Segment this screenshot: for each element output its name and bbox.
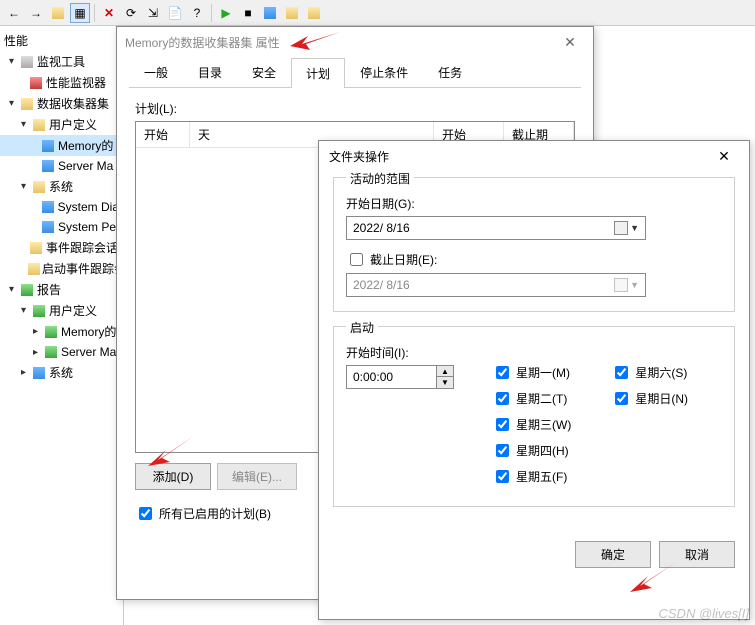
tree-perf-monitor[interactable]: 性能监视器 <box>0 72 123 93</box>
doc-icon[interactable]: 📄 <box>165 3 185 23</box>
tree-monitor-tools[interactable]: ▾监视工具 <box>0 51 123 72</box>
day-thu[interactable]: 星期四(H) <box>492 441 571 460</box>
tree-system-dia[interactable]: System Dia <box>0 197 123 217</box>
end-date-input: 2022/ 8/16 ▼ <box>346 273 646 297</box>
cancel-button[interactable]: 取消 <box>659 541 735 568</box>
tree-user-defined[interactable]: ▾用户定义 <box>0 114 123 135</box>
folder-dialog-titlebar[interactable]: 文件夹操作 ✕ <box>319 141 749 171</box>
tree-user-defined2[interactable]: ▾用户定义 <box>0 300 123 321</box>
col-start[interactable]: 开始 <box>136 122 190 147</box>
folder-dialog-title: 文件夹操作 <box>329 148 709 165</box>
tab-general[interactable]: 一般 <box>129 57 183 87</box>
all-enabled-checkbox[interactable] <box>139 507 152 520</box>
tab-task[interactable]: 任务 <box>423 57 477 87</box>
range-group: 活动的范围 开始日期(G): 2022/ 8/16 ▼ 截止日期(E): 202… <box>333 177 735 312</box>
start-time-input[interactable]: 0:00:00 ▲▼ <box>346 365 454 389</box>
time-spinner[interactable]: ▲▼ <box>436 366 453 388</box>
stop-icon[interactable]: ■ <box>238 3 258 23</box>
properties-tabs: 一般 目录 安全 计划 停止条件 任务 <box>129 57 581 88</box>
spin-down-icon: ▼ <box>437 377 453 388</box>
day-wed[interactable]: 星期三(W) <box>492 415 571 434</box>
tree-startup-trace[interactable]: 启动事件跟踪会 <box>0 258 123 279</box>
calendar-icon <box>614 278 628 292</box>
properties-title: Memory的数据收集器集 属性 <box>125 34 555 51</box>
add-icon[interactable] <box>304 3 324 23</box>
properties-titlebar[interactable]: Memory的数据收集器集 属性 ✕ <box>117 27 593 57</box>
tree-collector-sets[interactable]: ▾数据收集器集 <box>0 93 123 114</box>
grid-icon[interactable]: ▦ <box>70 3 90 23</box>
tree-memory-set[interactable]: Memory的 <box>0 135 123 156</box>
close-icon[interactable]: ✕ <box>709 148 739 165</box>
day-mon[interactable]: 星期一(M) <box>492 363 571 382</box>
spin-up-icon: ▲ <box>437 366 453 377</box>
up-icon[interactable] <box>48 3 68 23</box>
tree-system-pe[interactable]: System Pe <box>0 217 123 237</box>
start-time-label: 开始时间(I): <box>346 344 722 361</box>
edit-button: 编辑(E)... <box>217 463 297 490</box>
tree-root[interactable]: 性能 <box>0 30 123 51</box>
launch-group: 启动 开始时间(I): 0:00:00 ▲▼ 星期一(M) 星期二(T) 星期三… <box>333 326 735 507</box>
day-sat[interactable]: 星期六(S) <box>611 363 688 382</box>
tree-server-ma2[interactable]: ▸Server Ma <box>0 342 123 362</box>
end-date-label: 截止日期(E): <box>370 251 437 268</box>
tree-system[interactable]: ▾系统 <box>0 176 123 197</box>
tree-memory-set2[interactable]: ▸Memory的 <box>0 321 123 342</box>
nav-tree[interactable]: 性能 ▾监视工具 性能监视器 ▾数据收集器集 ▾用户定义 Memory的 Ser… <box>0 26 124 625</box>
help-icon[interactable]: ? <box>187 3 207 23</box>
add-button[interactable]: 添加(D) <box>135 463 211 490</box>
play-icon[interactable]: ▶ <box>216 3 236 23</box>
tab-stop[interactable]: 停止条件 <box>345 57 423 87</box>
chevron-down-icon[interactable]: ▼ <box>630 223 639 233</box>
folder-operation-dialog: 文件夹操作 ✕ 活动的范围 开始日期(G): 2022/ 8/16 ▼ 截止日期… <box>318 140 750 620</box>
day-sun[interactable]: 星期日(N) <box>611 389 688 408</box>
range-group-title: 活动的范围 <box>346 170 414 187</box>
start-date-input[interactable]: 2022/ 8/16 ▼ <box>346 216 646 240</box>
tree-server-ma[interactable]: Server Ma <box>0 156 123 176</box>
tree-event-trace[interactable]: 事件跟踪会话 <box>0 237 123 258</box>
ok-button[interactable]: 确定 <box>575 541 651 568</box>
schedule-label: 计划(L): <box>135 100 575 117</box>
refresh-icon[interactable]: ⟳ <box>121 3 141 23</box>
save-icon[interactable] <box>282 3 302 23</box>
launch-group-title: 启动 <box>346 319 378 336</box>
back-icon[interactable]: ← <box>4 3 24 23</box>
tree-system2[interactable]: ▸系统 <box>0 362 123 383</box>
stop2-icon[interactable] <box>260 3 280 23</box>
day-tue[interactable]: 星期二(T) <box>492 389 571 408</box>
tab-security[interactable]: 安全 <box>237 57 291 87</box>
export-icon[interactable]: ⇲ <box>143 3 163 23</box>
chevron-down-icon: ▼ <box>630 280 639 290</box>
all-enabled-label: 所有已启用的计划(B) <box>159 505 271 522</box>
tab-directory[interactable]: 目录 <box>183 57 237 87</box>
tab-schedule[interactable]: 计划 <box>291 58 345 88</box>
day-fri[interactable]: 星期五(F) <box>492 467 571 486</box>
start-date-label: 开始日期(G): <box>346 195 722 212</box>
close-icon[interactable]: ✕ <box>555 34 585 51</box>
main-toolbar: ← → ▦ ✕ ⟳ ⇲ 📄 ? ▶ ■ <box>0 0 755 26</box>
end-date-checkbox[interactable] <box>350 253 363 266</box>
forward-icon[interactable]: → <box>26 3 46 23</box>
calendar-icon[interactable] <box>614 221 628 235</box>
delete-icon[interactable]: ✕ <box>99 3 119 23</box>
tree-reports[interactable]: ▾报告 <box>0 279 123 300</box>
watermark: CSDN @lives[I] <box>659 606 750 621</box>
